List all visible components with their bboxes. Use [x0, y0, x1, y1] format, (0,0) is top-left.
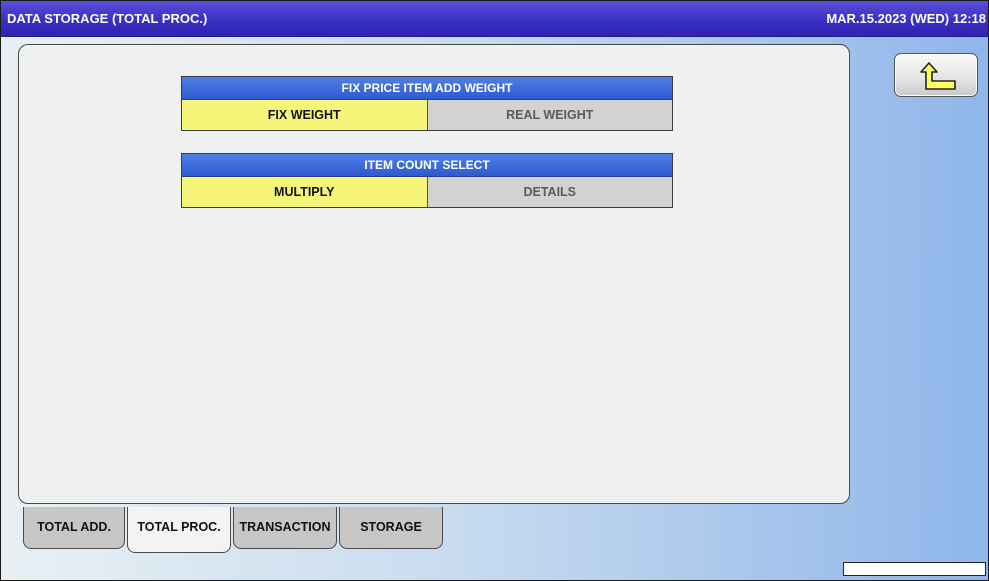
settings-panel: FIX PRICE ITEM ADD WEIGHT FIX WEIGHT REA… — [18, 44, 850, 504]
tab-total-add[interactable]: TOTAL ADD. — [23, 507, 125, 549]
option-row: FIX WEIGHT REAL WEIGHT — [182, 100, 672, 130]
datetime-display: MAR.15.2023 (WED) 12:18 — [826, 11, 986, 26]
fix-price-item-add-weight-group: FIX PRICE ITEM ADD WEIGHT FIX WEIGHT REA… — [181, 76, 673, 131]
tab-transaction[interactable]: TRANSACTION — [233, 507, 337, 549]
app-window: DATA STORAGE (TOTAL PROC.) MAR.15.2023 (… — [0, 0, 989, 581]
multiply-button[interactable]: MULTIPLY — [182, 177, 428, 207]
back-button[interactable] — [894, 53, 978, 97]
item-count-select-group: ITEM COUNT SELECT MULTIPLY DETAILS — [181, 153, 673, 208]
return-arrow-icon — [920, 62, 956, 90]
fix-weight-button[interactable]: FIX WEIGHT — [182, 100, 428, 130]
details-button[interactable]: DETAILS — [427, 177, 672, 207]
status-field — [843, 562, 986, 576]
tab-storage[interactable]: STORAGE — [339, 507, 443, 549]
option-row: MULTIPLY DETAILS — [182, 177, 672, 207]
title-bar: DATA STORAGE (TOTAL PROC.) MAR.15.2023 (… — [1, 1, 988, 37]
window-title: DATA STORAGE (TOTAL PROC.) — [7, 11, 208, 26]
group-header: FIX PRICE ITEM ADD WEIGHT — [182, 77, 672, 100]
group-header: ITEM COUNT SELECT — [182, 154, 672, 177]
tab-total-proc[interactable]: TOTAL PROC. — [127, 507, 231, 553]
real-weight-button[interactable]: REAL WEIGHT — [427, 100, 672, 130]
